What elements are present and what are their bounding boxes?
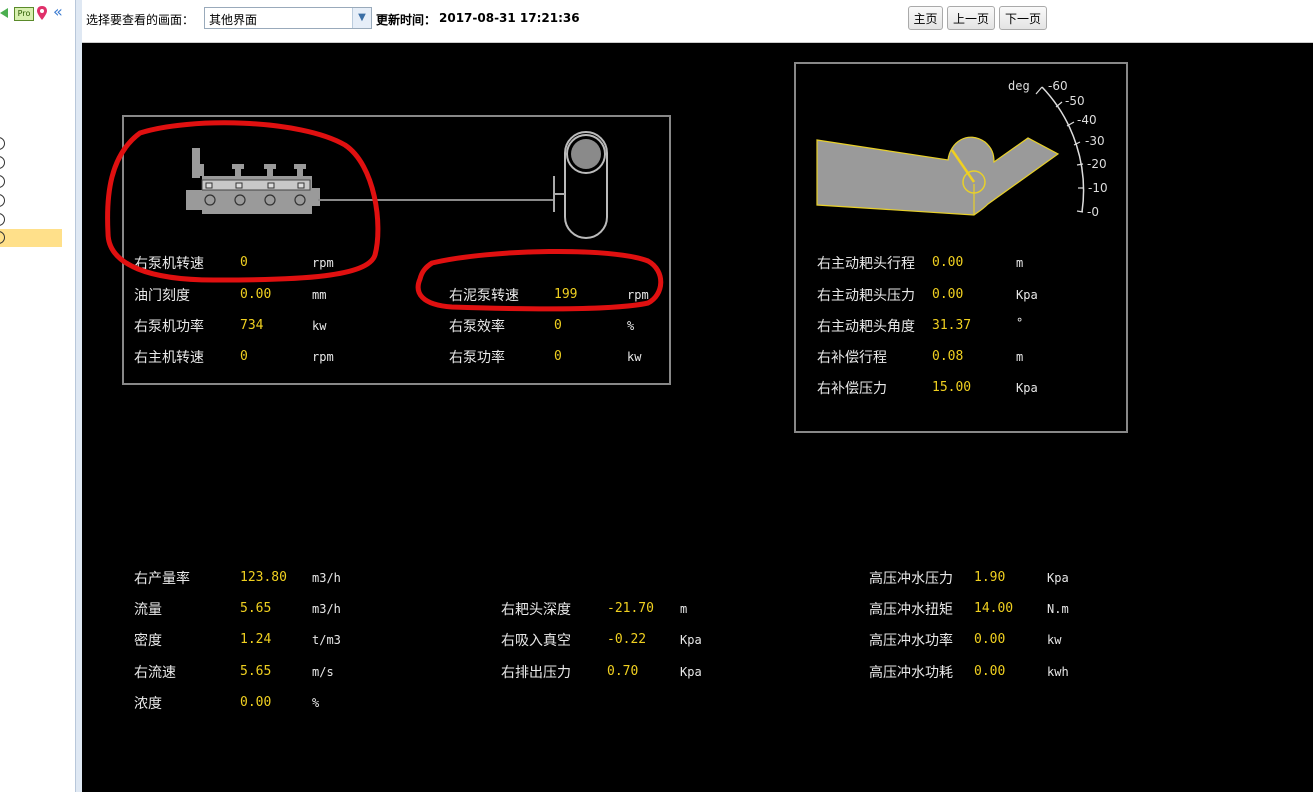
annotation-circle-pump-speed <box>415 248 664 312</box>
draghead-angle-gauge: deg -60 -50 -40 -30 -20 -10 -0 <box>816 79 1108 219</box>
production-value: 5.65 <box>240 664 272 679</box>
production-unit: m/s <box>312 665 334 679</box>
pump-left-unit: mm <box>312 288 327 302</box>
pump-left-unit: rpm <box>312 350 334 364</box>
draghead-label: 右补偿行程 <box>817 350 887 366</box>
sidebar-item[interactable] <box>0 135 62 153</box>
next-page-button[interactable]: 下一页 <box>999 6 1047 30</box>
suction-label: 右耙头深度 <box>501 602 571 618</box>
toolbar: 选择要查看的画面： 其他界面 ▼ 更新时间： 2017-08-31 17:21:… <box>82 0 1313 43</box>
collapse-icon[interactable]: « <box>53 3 67 21</box>
home-button[interactable]: 主页 <box>908 6 943 30</box>
draghead-label: 右主动耙头角度 <box>817 319 915 335</box>
gauge-tick-label: -20 <box>1087 157 1107 171</box>
draghead-label: 右补偿压力 <box>817 381 887 397</box>
suction-value: -0.22 <box>607 632 647 647</box>
pump-left-value: 734 <box>240 318 264 333</box>
pump-left-label: 右主机转速 <box>134 350 204 366</box>
sidebar-item[interactable] <box>0 192 62 210</box>
screen-select[interactable]: 其他界面 ▼ <box>204 7 372 29</box>
draghead-label: 右主动耙头行程 <box>817 256 915 272</box>
production-label: 密度 <box>134 633 162 649</box>
update-label: 更新时间： <box>376 13 437 27</box>
production-value: 123.80 <box>240 570 287 585</box>
production-value: 1.24 <box>240 632 272 647</box>
production-unit: m3/h <box>312 571 341 585</box>
sidebar-item[interactable] <box>0 154 62 172</box>
jet-water-value: 14.00 <box>974 601 1014 616</box>
arrow-icon[interactable] <box>0 6 14 20</box>
gauge-tick-label: -50 <box>1065 94 1085 108</box>
gauge-tick-label: -40 <box>1077 113 1097 127</box>
production-unit: t/m3 <box>312 633 341 647</box>
gauge-tick-label: -60 <box>1048 79 1068 93</box>
jet-water-label: 高压冲水扭矩 <box>869 602 953 618</box>
prev-page-button[interactable]: 上一页 <box>947 6 995 30</box>
pump-right-value: 0 <box>554 349 562 364</box>
jet-water-unit: kwh <box>1047 665 1069 679</box>
mud-pump-icon <box>553 131 608 239</box>
jet-water-unit: Kpa <box>1047 571 1069 585</box>
draghead-unit: ° <box>1016 316 1024 330</box>
suction-unit: m <box>680 602 688 616</box>
jet-water-label: 高压冲水功率 <box>869 633 953 649</box>
draghead-unit: Kpa <box>1016 288 1038 302</box>
draghead-unit: Kpa <box>1016 381 1038 395</box>
chevron-down-icon[interactable]: ▼ <box>352 8 371 28</box>
sidebar-item[interactable] <box>0 173 62 191</box>
draghead-unit: m <box>1016 256 1024 270</box>
jet-water-label: 高压冲水压力 <box>869 571 953 587</box>
pump-left-label: 右泵机功率 <box>134 319 204 335</box>
suction-unit: Kpa <box>680 665 702 679</box>
gauge-tick-label: -0 <box>1087 205 1099 219</box>
suction-value: 0.70 <box>607 664 639 679</box>
jet-water-unit: N.m <box>1047 602 1069 616</box>
pump-left-unit: kw <box>312 319 327 333</box>
jet-water-value: 0.00 <box>974 632 1006 647</box>
draghead-label: 右主动耙头压力 <box>817 288 915 304</box>
update-time: 2017-08-31 17:21:36 <box>439 11 580 25</box>
draghead-value: 0.00 <box>932 287 964 302</box>
pump-left-value: 0 <box>240 349 248 364</box>
left-sidebar: Pro « <box>0 0 75 792</box>
draghead-value: 0.00 <box>932 255 964 270</box>
suction-unit: Kpa <box>680 633 702 647</box>
sidebar-splitter[interactable] <box>75 0 82 792</box>
sidebar-item[interactable] <box>0 211 62 229</box>
production-label: 右流速 <box>134 665 176 681</box>
suction-label: 右吸入真空 <box>501 633 571 649</box>
suction-label: 右排出压力 <box>501 665 571 681</box>
sidebar-item-selected[interactable] <box>0 229 62 247</box>
pump-right-value: 0 <box>554 318 562 333</box>
select-label: 选择要查看的画面： <box>86 13 195 27</box>
pump-right-label: 右泵效率 <box>449 319 505 335</box>
draghead-value: 15.00 <box>932 380 972 395</box>
production-value: 5.65 <box>240 601 272 616</box>
production-label: 流量 <box>134 602 162 618</box>
location-pin-icon[interactable] <box>36 5 48 21</box>
gauge-tick-label: -30 <box>1085 134 1105 148</box>
draghead-unit: m <box>1016 350 1024 364</box>
production-value: 0.00 <box>240 695 272 710</box>
draghead-value: 31.37 <box>932 318 972 333</box>
pump-right-unit: % <box>627 319 635 333</box>
gauge-tick-label: -10 <box>1088 181 1108 195</box>
pro-badge-icon[interactable]: Pro <box>14 7 34 21</box>
gauge-unit-label: deg <box>1008 79 1030 93</box>
jet-water-label: 高压冲水功耗 <box>869 665 953 681</box>
pump-right-label: 右泵功率 <box>449 350 505 366</box>
jet-water-value: 0.00 <box>974 664 1006 679</box>
draghead-value: 0.08 <box>932 349 964 364</box>
production-label: 浓度 <box>134 696 162 712</box>
production-unit: % <box>312 696 320 710</box>
jet-water-value: 1.90 <box>974 570 1006 585</box>
suction-value: -21.70 <box>607 601 654 616</box>
annotation-circle-engine <box>105 120 381 283</box>
screen-select-value: 其他界面 <box>209 13 258 27</box>
production-label: 右产量率 <box>134 571 190 587</box>
pump-right-unit: kw <box>627 350 642 364</box>
production-unit: m3/h <box>312 602 341 616</box>
jet-water-unit: kw <box>1047 633 1062 647</box>
